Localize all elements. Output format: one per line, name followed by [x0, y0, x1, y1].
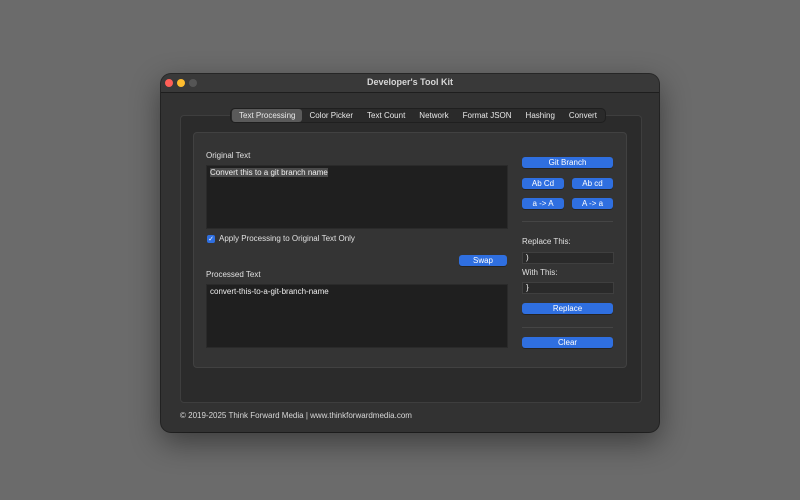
- separator: [522, 327, 613, 328]
- tab-text-count[interactable]: Text Count: [360, 109, 412, 122]
- lowercase-button[interactable]: A -> a: [572, 198, 613, 209]
- tab-network[interactable]: Network: [412, 109, 455, 122]
- git-branch-button[interactable]: Git Branch: [522, 157, 613, 168]
- footer-copyright: © 2019-2025 Think Forward Media | www.th…: [180, 411, 412, 420]
- replace-this-field[interactable]: ): [522, 252, 614, 264]
- apply-processing-label: Apply Processing to Original Text Only: [219, 234, 355, 243]
- uppercase-button[interactable]: a -> A: [522, 198, 564, 209]
- apply-processing-checkbox[interactable]: ✓: [207, 234, 215, 243]
- with-this-label: With This:: [522, 268, 558, 277]
- with-this-field[interactable]: }: [522, 282, 614, 294]
- apply-processing-row[interactable]: ✓ Apply Processing to Original Text Only: [207, 234, 355, 243]
- processed-text-area[interactable]: convert-this-to-a-git-branch-name: [206, 284, 508, 348]
- window-title: Developer's Tool Kit: [367, 77, 453, 87]
- tab-text-processing[interactable]: Text Processing: [232, 109, 303, 122]
- tab-color-picker[interactable]: Color Picker: [302, 109, 360, 122]
- replace-this-label: Replace This:: [522, 237, 571, 246]
- tab-format-json[interactable]: Format JSON: [456, 109, 519, 122]
- tab-bar: Text Processing Color Picker Text Count …: [231, 109, 605, 122]
- sentence-case-button[interactable]: Ab cd: [572, 178, 613, 189]
- app-window: Developer's Tool Kit Text Processing Col…: [161, 74, 659, 432]
- processed-text-label: Processed Text: [206, 270, 261, 279]
- original-text-area[interactable]: Convert this to a git branch name: [206, 165, 508, 229]
- replace-button[interactable]: Replace: [522, 303, 613, 314]
- title-bar[interactable]: Developer's Tool Kit: [161, 74, 659, 93]
- title-case-button[interactable]: Ab Cd: [522, 178, 564, 189]
- original-text-label: Original Text: [206, 151, 251, 160]
- swap-button[interactable]: Swap: [459, 255, 507, 266]
- processed-text-value: convert-this-to-a-git-branch-name: [210, 287, 329, 296]
- original-text-value: Convert this to a git branch name: [210, 168, 328, 177]
- tab-convert[interactable]: Convert: [562, 109, 604, 122]
- separator: [522, 221, 613, 222]
- tab-hashing[interactable]: Hashing: [519, 109, 562, 122]
- clear-button[interactable]: Clear: [522, 337, 613, 348]
